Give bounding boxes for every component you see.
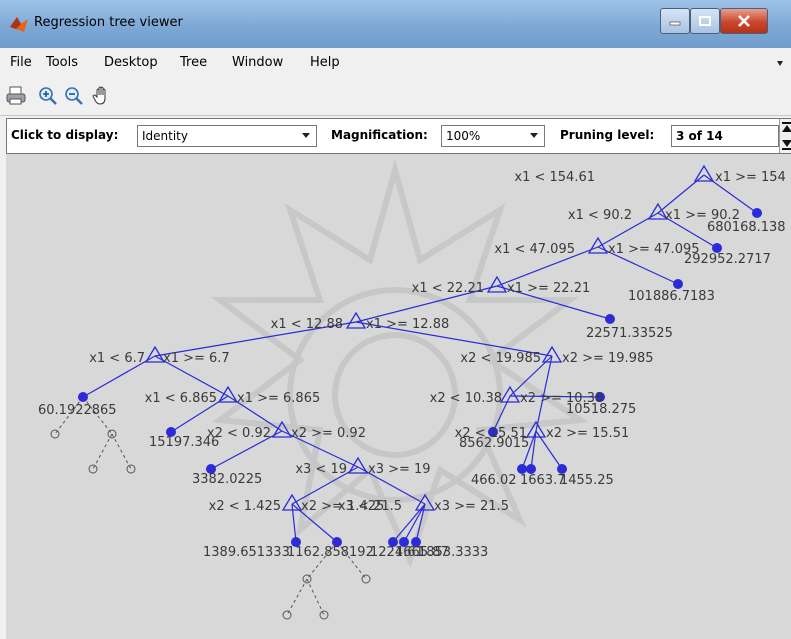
split-6-left-label: x1 < 6.865	[145, 391, 217, 406]
close-button[interactable]	[720, 8, 768, 34]
menu-dock-arrow-icon[interactable]	[775, 58, 785, 68]
pruning-level-value: 3 of 14	[676, 129, 723, 143]
leaf-node-2-dot-icon[interactable]	[673, 279, 683, 289]
split-3-right-label: x1 >= 22.21	[507, 281, 590, 296]
split-node-0-triangle-icon[interactable]	[693, 164, 715, 182]
tree-canvas[interactable]: x1 < 154.61 x1 >= 154 x1 < 90.2 x1 >= 90…	[6, 154, 791, 639]
split-node-3-triangle-icon[interactable]	[486, 275, 508, 293]
pruned-edge	[306, 578, 325, 616]
maximize-icon	[699, 16, 711, 26]
close-icon	[738, 15, 750, 27]
magnification-dropdown[interactable]: 100%	[441, 125, 545, 147]
pruned-edge	[286, 578, 308, 616]
chevron-down-icon	[530, 133, 538, 138]
leaf-4-label: 60.1922865	[38, 403, 117, 418]
split-11-right-label: x2 >= 19.985	[562, 351, 654, 366]
window-title: Regression tree viewer	[34, 15, 183, 30]
pruned-edge	[92, 433, 113, 470]
leaf-3-label: 22571.33525	[586, 326, 673, 341]
leaf-node-0-dot-icon[interactable]	[752, 208, 762, 218]
menu-window[interactable]: Window	[232, 55, 283, 70]
leaf-12-label: 10518.275	[566, 402, 636, 417]
split-3-left-label: x1 < 22.21	[412, 281, 484, 296]
toolbar	[0, 79, 791, 116]
menu-desktop[interactable]: Desktop	[104, 55, 158, 70]
split-7-right-label: x2 >= 0.92	[291, 426, 366, 441]
split-10-left-label: x3 < 21.5	[338, 499, 402, 514]
menu-file[interactable]: File	[10, 55, 32, 70]
menu-bar: File Tools Desktop Tree Window Help	[0, 48, 791, 79]
click-to-display-dropdown[interactable]: Identity	[137, 125, 317, 147]
pan-hand-icon[interactable]	[90, 84, 114, 108]
title-bar[interactable]: Regression tree viewer	[0, 0, 791, 48]
menu-tree[interactable]: Tree	[180, 55, 207, 70]
pruned-edge	[111, 433, 132, 470]
maximize-button[interactable]	[690, 8, 720, 34]
spinner-down-icon[interactable]	[780, 136, 791, 152]
split-9-left-label: x2 < 1.425	[209, 499, 281, 514]
split-2-left-label: x1 < 47.095	[494, 242, 575, 257]
regression-tree[interactable]: x1 < 154.61 x1 >= 154 x1 < 90.2 x1 >= 90…	[6, 154, 791, 639]
leaf-7-label: 1389.651333	[203, 545, 290, 560]
magnification-label: Magnification:	[331, 128, 428, 142]
leaf-1-label: 292952.2717	[684, 252, 771, 267]
split-8-left-label: x3 < 19	[295, 462, 347, 477]
split-6-right-label: x1 >= 6.865	[237, 391, 320, 406]
pruning-level-spinner[interactable]	[779, 119, 791, 153]
split-8-right-label: x3 >= 19	[368, 462, 431, 477]
zoom-out-icon[interactable]	[62, 84, 86, 108]
display-controls: Click to display: Identity Magnification…	[6, 118, 791, 154]
magnification-value: 100%	[446, 129, 481, 143]
regression-tree-viewer-window: Regression tree viewer File Tools Deskto…	[0, 0, 791, 639]
click-to-display-label: Click to display:	[11, 128, 119, 142]
leaf-0-label: 680168.138	[707, 220, 786, 235]
menu-tools[interactable]: Tools	[46, 55, 78, 70]
split-4-right-label: x1 >= 12.88	[366, 317, 449, 332]
split-13-right-label: x2 >= 15.51	[546, 426, 629, 441]
leaf-11-label: 1853.3333	[418, 545, 488, 560]
split-5-left-label: x1 < 6.7	[89, 351, 145, 366]
minimize-icon	[669, 21, 681, 26]
split-10-right-label: x3 >= 21.5	[434, 499, 509, 514]
spinner-up-icon[interactable]	[780, 120, 791, 136]
leaf-2-label: 101886.7183	[628, 289, 715, 304]
leaf-15-label: 1663.7	[520, 473, 566, 488]
split-11-left-label: x2 < 19.985	[460, 351, 541, 366]
split-1-left-label: x1 < 90.2	[568, 208, 632, 223]
zoom-in-icon[interactable]	[36, 84, 60, 108]
split-0-right-label: x1 >= 154	[715, 170, 786, 185]
split-node-2-triangle-icon[interactable]	[587, 236, 609, 254]
minimize-button[interactable]	[660, 8, 690, 34]
print-icon[interactable]	[4, 84, 28, 108]
leaf-8-label: 1162.858192	[287, 545, 374, 560]
menu-help[interactable]: Help	[310, 55, 340, 70]
click-to-display-value: Identity	[142, 129, 188, 143]
leaf-node-3-dot-icon[interactable]	[605, 314, 615, 324]
leaf-5-label: 15197.346	[149, 435, 219, 450]
split-0-left-label: x1 < 154.61	[514, 170, 595, 185]
leaf-13-label: 8562.9015	[459, 436, 529, 451]
leaf-14-label: 466.02	[471, 473, 517, 488]
split-5-right-label: x1 >= 6.7	[163, 351, 230, 366]
pruning-level-label: Pruning level:	[560, 128, 655, 142]
chevron-down-icon	[302, 133, 310, 138]
matlab-icon	[10, 17, 28, 32]
leaf-node-4-dot-icon[interactable]	[78, 392, 88, 402]
leaf-6-label: 3382.0225	[192, 472, 262, 487]
split-12-left-label: x2 < 10.38	[430, 391, 502, 406]
leaf-16-label: 1455.25	[560, 473, 614, 488]
pruning-level-field[interactable]: 3 of 14	[671, 125, 779, 147]
split-4-left-label: x1 < 12.88	[271, 317, 343, 332]
